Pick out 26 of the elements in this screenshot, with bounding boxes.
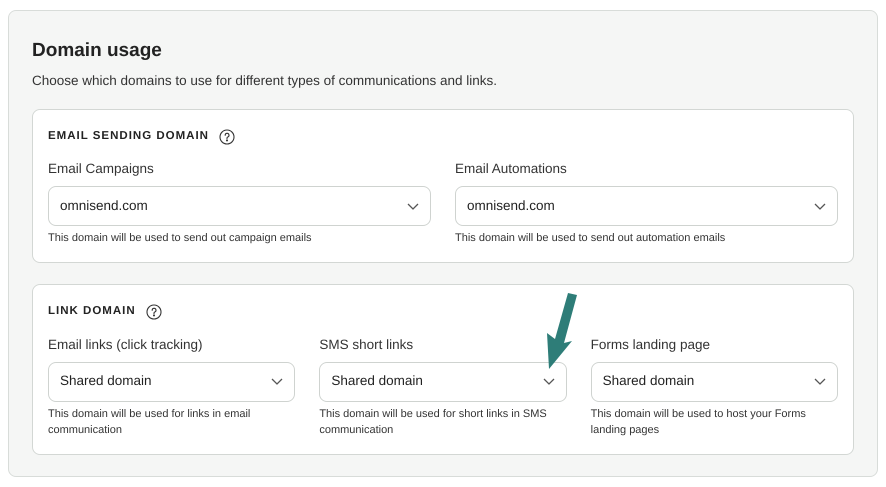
chevron-down-icon	[271, 378, 284, 385]
help-icon[interactable]	[146, 304, 162, 320]
chevron-down-icon	[814, 202, 826, 210]
field-hint: This domain will be used to send out campaign emails	[48, 231, 313, 246]
domain-dropdown[interactable]: Shared domain	[319, 362, 567, 402]
chevron-down-icon	[542, 378, 555, 385]
domain-dropdown[interactable]: omnisend.com	[455, 186, 838, 226]
section-heading: LINK DOMAIN	[48, 304, 136, 320]
page-subtitle: Choose which domains to use for different types of communications and links.	[32, 72, 498, 90]
field-label: Email Automations	[455, 160, 568, 178]
field-label: SMS short links	[319, 336, 414, 354]
chevron-down-icon	[814, 378, 826, 385]
help-icon[interactable]	[219, 128, 235, 145]
chevron-down-icon	[407, 202, 419, 210]
field-hint: This domain will be used to send out automation emails	[455, 231, 726, 246]
field-label: Forms landing page	[590, 336, 711, 354]
field-hint: This domain will be used to host your Forms landing pages	[590, 406, 807, 438]
page-title: Domain usage	[32, 39, 163, 63]
domain-dropdown[interactable]: omnisend.com	[48, 186, 431, 226]
section-heading: EMAIL SENDING DOMAIN	[48, 129, 209, 144]
field-hint: This domain will be used for short links in SMS communication	[319, 406, 548, 438]
field-label: Email links (click tracking)	[48, 336, 204, 354]
domain-dropdown[interactable]: Shared domain	[48, 362, 296, 402]
field-hint: This domain will be used for links in email communication	[48, 406, 252, 438]
field-label: Email Campaigns	[48, 160, 155, 178]
domain-dropdown[interactable]: Shared domain	[590, 362, 838, 402]
